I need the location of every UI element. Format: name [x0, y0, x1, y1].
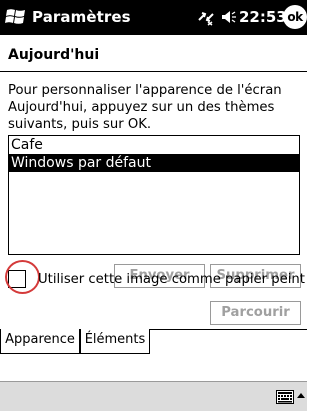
clock[interactable]: 22:53	[239, 8, 287, 26]
description-text: Pour personnaliser l'apparence de l'écra…	[8, 83, 282, 132]
theme-item-windows-default[interactable]: Windows par défaut	[9, 154, 299, 172]
sip-arrow-icon[interactable]	[297, 391, 305, 401]
tab-appearance[interactable]: Apparence	[0, 329, 80, 354]
volume-icon[interactable]	[221, 9, 237, 25]
wallpaper-label[interactable]: Utiliser cette image comme papier peint	[38, 272, 305, 287]
connectivity-icon[interactable]	[196, 8, 216, 26]
tab-bar: Apparence Éléments	[0, 329, 307, 354]
windows-start-icon[interactable]	[4, 6, 28, 28]
page-title: Aujourd'hui	[8, 47, 100, 63]
page-header: Aujourd'hui	[0, 35, 307, 72]
ok-button[interactable]: ok	[283, 5, 307, 29]
title-bar: Paramètres 22:53 ok	[0, 0, 307, 35]
app-title: Paramètres	[32, 8, 131, 26]
keyboard-icon[interactable]	[276, 390, 294, 404]
highlight-circle	[5, 260, 40, 294]
tab-elements[interactable]: Éléments	[80, 329, 150, 354]
theme-list[interactable]: Cafe Windows par défaut	[8, 135, 300, 255]
command-bar	[0, 381, 307, 411]
browse-button[interactable]: Parcourir	[210, 301, 301, 325]
theme-item-cafe[interactable]: Cafe	[9, 136, 299, 154]
